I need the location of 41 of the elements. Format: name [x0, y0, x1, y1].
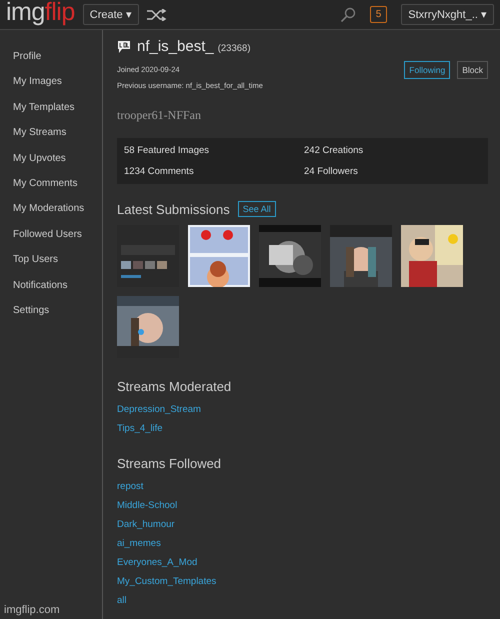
- sidebar-item[interactable]: My Images: [13, 69, 102, 95]
- stream-link[interactable]: Depression_Stream: [117, 400, 201, 419]
- stream-link[interactable]: repost: [117, 477, 144, 496]
- section-title: Streams Moderated: [117, 379, 232, 394]
- user-menu[interactable]: StxrryNxght_.. ▾: [401, 4, 494, 25]
- stream-link[interactable]: all: [117, 591, 127, 610]
- points-count: (23368): [218, 42, 250, 54]
- sidebar-item[interactable]: My Comments: [13, 170, 102, 196]
- sidebar-item[interactable]: Top Users: [13, 247, 102, 273]
- search-icon[interactable]: [340, 6, 356, 22]
- stat-text: 58 Featured Images: [124, 145, 210, 156]
- stat-text: 24 Followers: [304, 166, 359, 177]
- section-title: Latest Submissions: [117, 202, 230, 216]
- speech-bubble-icon: [117, 40, 131, 54]
- section-title: Streams Followed: [117, 456, 222, 471]
- see-all-button[interactable]: See All: [238, 201, 276, 217]
- block-button[interactable]: Block: [457, 61, 488, 79]
- stream-link[interactable]: Tips_4_life: [117, 419, 163, 438]
- sidebar-item[interactable]: My Streams: [13, 120, 102, 146]
- create-button[interactable]: Create ▾: [82, 4, 139, 25]
- bio-text: trooper61-NFFan: [117, 108, 201, 123]
- stream-link[interactable]: My_Custom_Templates: [117, 572, 216, 591]
- stream-link[interactable]: Dark_humour: [117, 515, 175, 534]
- stream-link[interactable]: ai_memes: [117, 534, 161, 553]
- sidebar-item[interactable]: My Moderations: [13, 196, 102, 222]
- sidebar-item[interactable]: Followed Users: [13, 222, 102, 248]
- sidebar-item[interactable]: Profile: [13, 44, 102, 70]
- stat-text: 242 Creations: [304, 145, 364, 156]
- stream-link[interactable]: Middle-School: [117, 496, 178, 515]
- username: nf_is_best_: [137, 38, 214, 55]
- sidebar-item[interactable]: My Templates: [13, 94, 102, 120]
- following-button[interactable]: Following: [404, 61, 450, 79]
- logo[interactable]: imgflip: [6, 0, 75, 27]
- footer-text: imgflip.com: [4, 604, 61, 616]
- stream-link[interactable]: Everyones_A_Mod: [117, 553, 198, 572]
- shuffle-icon[interactable]: [146, 8, 167, 20]
- sidebar-item[interactable]: Notifications: [13, 272, 102, 298]
- sidebar-item[interactable]: My Upvotes: [13, 146, 102, 171]
- stat-text: 1234 Comments: [124, 166, 195, 177]
- notification-badge[interactable]: 5: [370, 6, 388, 23]
- sidebar-item[interactable]: Settings: [13, 298, 102, 324]
